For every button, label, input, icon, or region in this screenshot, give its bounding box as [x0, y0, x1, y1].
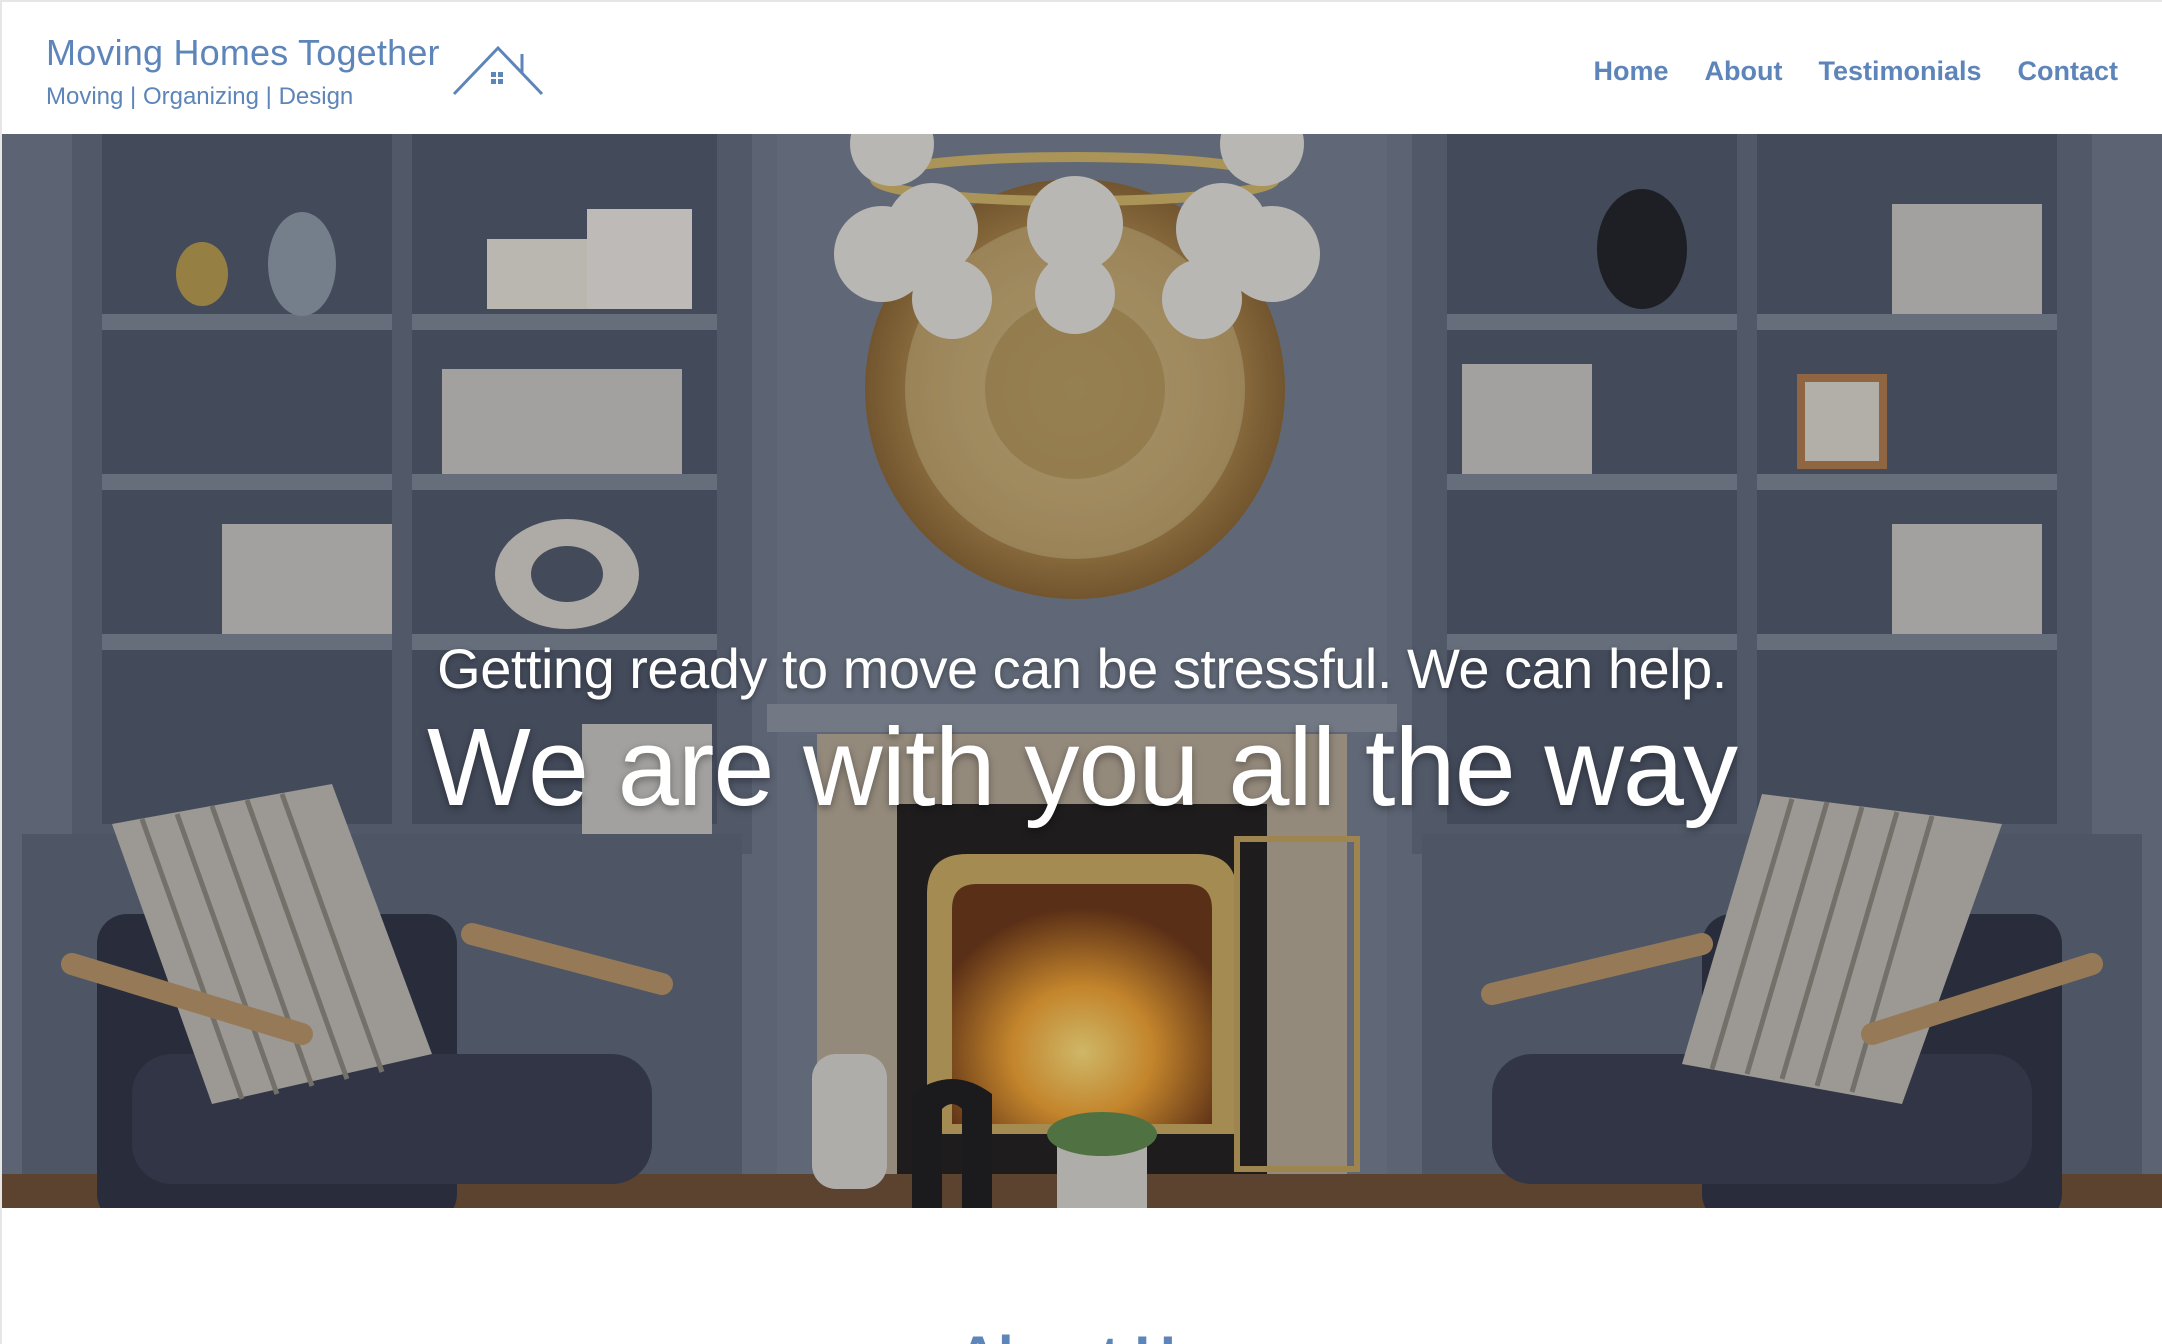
hero-subtitle: Getting ready to move can be stressful. … — [437, 637, 1727, 700]
brand-title[interactable]: Moving Homes Together — [46, 28, 440, 78]
about-heading: About Us — [2, 1326, 2162, 1344]
page: Moving Homes Together Moving | Organizin… — [0, 0, 2162, 1344]
hero-section: Getting ready to move can be stressful. … — [2, 134, 2162, 1208]
nav-testimonials[interactable]: Testimonials — [1818, 52, 1981, 90]
site-header: Moving Homes Together Moving | Organizin… — [2, 2, 2162, 134]
nav-about[interactable]: About — [1704, 52, 1782, 90]
brand[interactable]: Moving Homes Together Moving | Organizin… — [46, 28, 440, 114]
nav-contact[interactable]: Contact — [2018, 52, 2119, 90]
hero-text: Getting ready to move can be stressful. … — [2, 634, 2162, 828]
about-section: About Us — [2, 1208, 2162, 1344]
nav-home[interactable]: Home — [1593, 52, 1668, 90]
house-icon[interactable] — [450, 42, 546, 98]
hero-title: We are with you all the way — [427, 706, 1738, 829]
main-nav: Home About Testimonials Contact — [1593, 52, 2118, 90]
brand-tagline: Moving | Organizing | Design — [46, 83, 354, 110]
